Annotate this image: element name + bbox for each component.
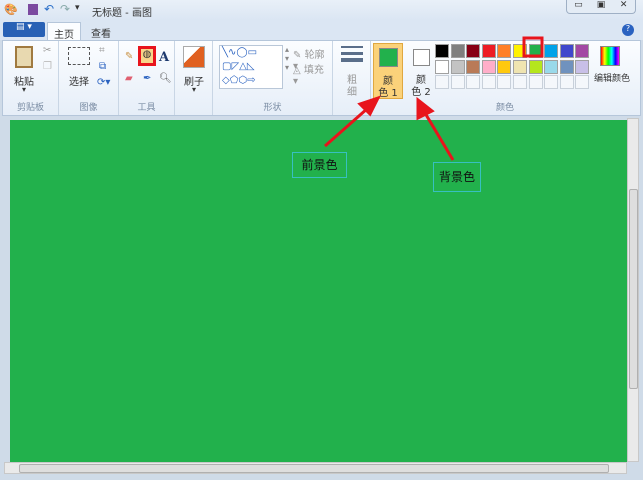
background-color-note: 背景色	[433, 162, 481, 192]
annotation-arrows	[324, 36, 544, 161]
background-arrow-head	[416, 96, 435, 121]
selected-color-highlight	[522, 36, 544, 58]
foreground-color-note: 前景色	[292, 152, 347, 178]
foreground-arrow	[324, 106, 369, 148]
background-arrow	[423, 112, 455, 161]
